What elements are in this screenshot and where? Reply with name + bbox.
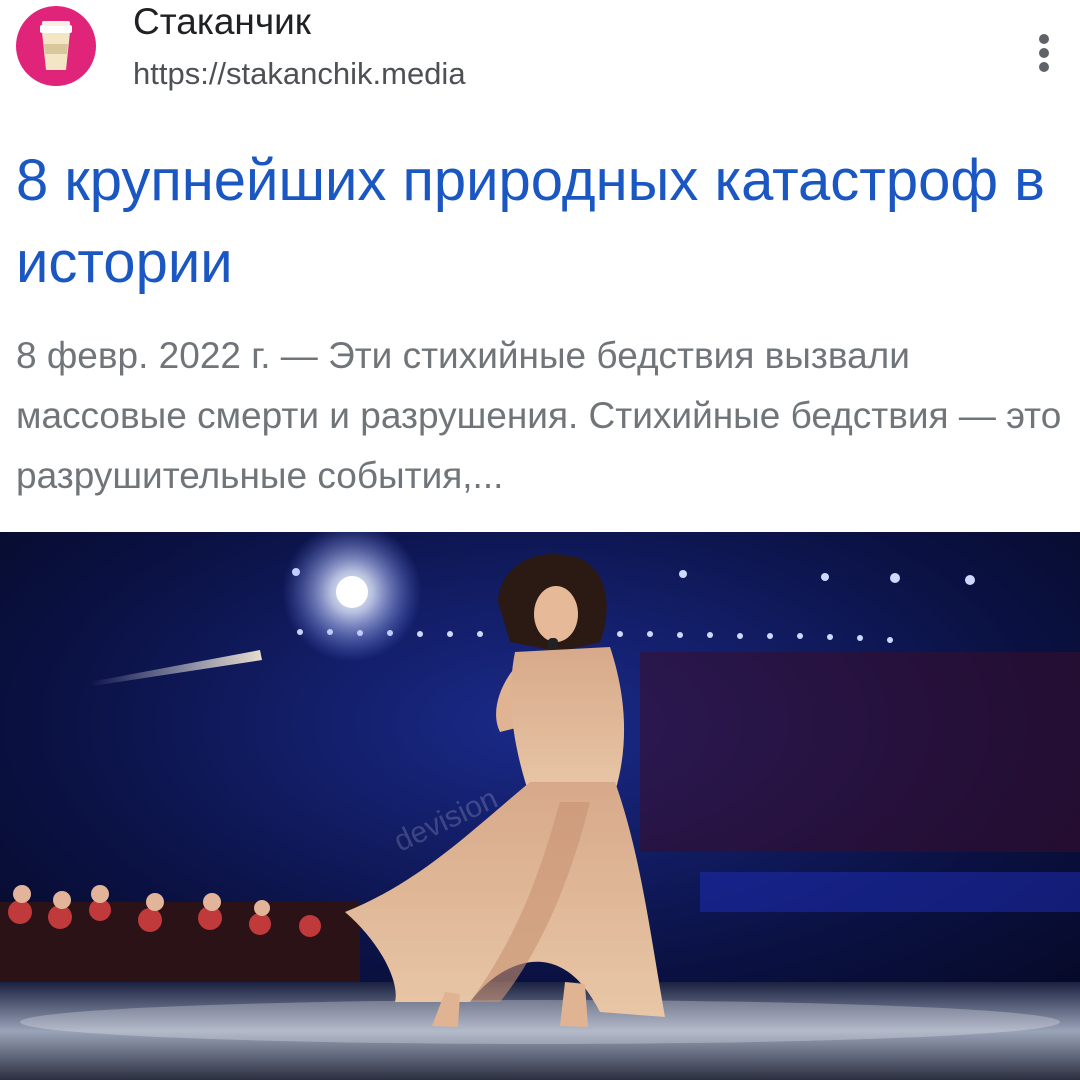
more-vert-icon	[1039, 34, 1049, 44]
paper-cup-icon	[40, 21, 72, 70]
result-thumbnail-image[interactable]: devision	[0, 532, 1080, 1080]
more-vert-icon-dot	[1039, 62, 1049, 72]
more-vert-icon-dot	[1039, 48, 1049, 58]
result-title-link[interactable]: 8 крупнейших природных катастроф в истор…	[16, 140, 1056, 304]
more-options-button[interactable]	[1022, 28, 1066, 76]
search-result-card[interactable]: Стаканчик https://stakanchik.media 8 кру…	[0, 0, 1080, 532]
site-logo[interactable]	[16, 6, 96, 86]
performer-on-stage-photo: devision	[0, 532, 1080, 1080]
result-snippet: 8 февр. 2022 г. — Эти стихийные бедствия…	[16, 326, 1066, 506]
site-url: https://stakanchik.media	[133, 56, 466, 91]
snippet-date: 8 февр. 2022 г.	[16, 335, 271, 376]
snippet-separator: —	[270, 335, 329, 376]
site-name: Стаканчик	[133, 1, 311, 42]
